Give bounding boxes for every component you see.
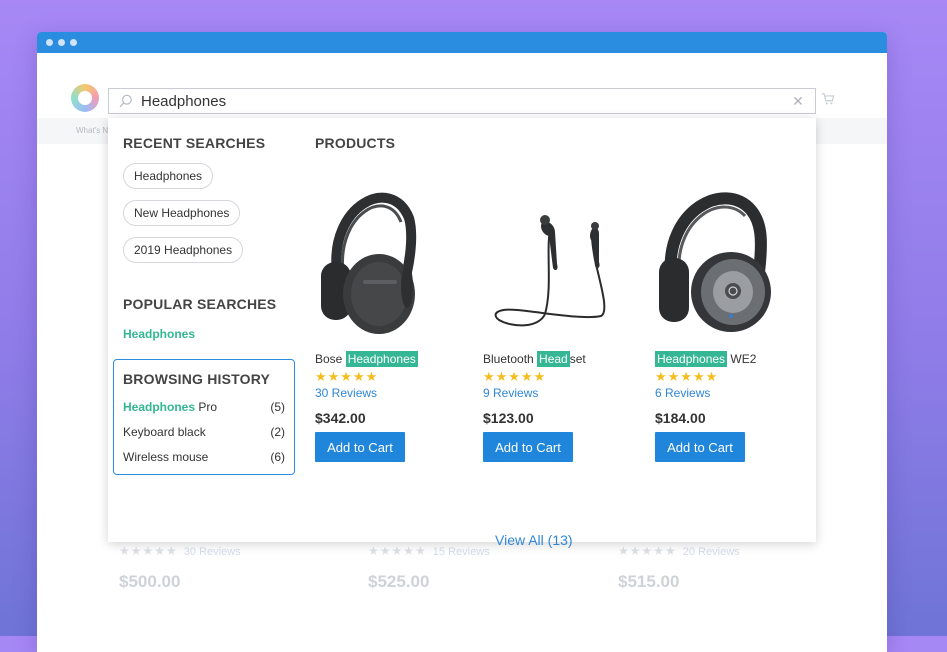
product-card[interactable]: Bluetooth Head set ★★★★★ 9 Reviews $123.0… [483, 176, 643, 462]
product-name[interactable]: Headphones WE2 [655, 351, 815, 367]
product-name[interactable]: Bluetooth Head set [483, 351, 643, 367]
subnav-link[interactable]: What's N [76, 126, 108, 135]
headset-image [494, 215, 606, 327]
star-rating: ★★★★★ [483, 369, 547, 384]
star-rating: ★★★★★ [655, 369, 719, 384]
headphones-image [321, 192, 417, 334]
product-price: $525.00 [368, 572, 430, 591]
product-card[interactable]: Bose Headphones ★★★★★ 30 Reviews $342.00… [315, 176, 475, 462]
product-image[interactable] [483, 176, 643, 346]
popular-search-link[interactable]: Headphones [123, 327, 195, 341]
recent-search-chip[interactable]: Headphones [123, 163, 214, 189]
reviews-link[interactable]: 30 Reviews [315, 386, 475, 400]
product-price: $123.00 [483, 410, 534, 426]
browser-window: Headphones ✕ What's N ★★★★★ 30 Reviews $5… [37, 32, 887, 652]
product-price: $342.00 [315, 410, 366, 426]
window-titlebar [37, 32, 887, 53]
background-product: ★★★★★ 30 Reviews $500.00 [119, 542, 241, 592]
recent-searches-heading: RECENT SEARCHES [123, 135, 266, 151]
view-all-link[interactable]: View All (13) [495, 532, 573, 548]
history-item-label: Wireless mouse [123, 450, 209, 464]
search-icon [119, 94, 132, 108]
add-to-cart-button[interactable]: Add to Cart [483, 432, 573, 462]
cart-icon[interactable] [821, 92, 835, 106]
products-heading: PRODUCTS [315, 135, 396, 151]
headphones-image [659, 192, 771, 332]
reviews-link[interactable]: 6 Reviews [655, 386, 815, 400]
search-bar[interactable]: Headphones ✕ [108, 88, 816, 114]
product-image[interactable] [655, 176, 815, 346]
window-dot[interactable] [46, 39, 53, 46]
product-name-text: WE2 [727, 352, 757, 366]
recent-search-chip[interactable]: 2019 Headphones [123, 237, 244, 263]
background-product: ★★★★★ 15 Reviews $525.00 [368, 542, 490, 592]
history-item-label: Keyboard black [123, 425, 206, 439]
history-item-count: (5) [270, 400, 285, 414]
close-icon[interactable]: ✕ [791, 93, 805, 110]
search-suggestions-dropdown: RECENT SEARCHES Headphones New Headphone… [108, 118, 816, 548]
popular-searches-heading: POPULAR SEARCHES [123, 296, 277, 312]
history-item[interactable]: Wireless mouse (6) [123, 450, 285, 464]
history-item[interactable]: Headphones Pro (5) [123, 400, 285, 414]
product-name-highlight: Headphones [655, 351, 728, 367]
review-count: 20 Reviews [682, 546, 740, 558]
reviews-link[interactable]: 9 Reviews [483, 386, 643, 400]
product-price: $184.00 [655, 410, 706, 426]
history-item-highlight: Headphones [123, 400, 196, 414]
rating-stars: ★★★★★ [119, 544, 178, 558]
browsing-history-panel: BROWSING HISTORY Headphones Pro (5) Keyb… [113, 359, 295, 475]
review-count: 15 Reviews [432, 546, 490, 558]
product-name-text: Bluetooth [483, 352, 538, 366]
product-price: $515.00 [618, 572, 680, 591]
history-item-count: (6) [270, 450, 285, 464]
product-card[interactable]: Headphones WE2 ★★★★★ 6 Reviews $184.00 A… [655, 176, 815, 462]
history-item[interactable]: Keyboard black (2) [123, 425, 285, 439]
review-count: 30 Reviews [183, 546, 241, 558]
history-item-count: (2) [270, 425, 285, 439]
add-to-cart-button[interactable]: Add to Cart [655, 432, 745, 462]
add-to-cart-button[interactable]: Add to Cart [315, 432, 405, 462]
history-item-label: Pro [195, 400, 218, 414]
product-price: $500.00 [119, 572, 181, 591]
product-name-highlight: Head [537, 351, 570, 367]
search-input[interactable]: Headphones [141, 93, 791, 110]
rating-stars: ★★★★★ [618, 544, 677, 558]
background-product: ★★★★★ 20 Reviews $515.00 [618, 542, 740, 592]
star-rating: ★★★★★ [315, 369, 379, 384]
product-image[interactable] [315, 176, 475, 346]
product-name-highlight: Headphones [345, 351, 418, 367]
window-dot[interactable] [70, 39, 77, 46]
window-dot[interactable] [58, 39, 65, 46]
product-name-text: Bose [315, 352, 346, 366]
product-name[interactable]: Bose Headphones [315, 351, 475, 367]
browsing-history-heading: BROWSING HISTORY [123, 371, 271, 387]
rating-stars: ★★★★★ [368, 544, 427, 558]
product-name-text: set [569, 352, 586, 366]
store-logo[interactable] [71, 84, 99, 112]
recent-search-chip[interactable]: New Headphones [123, 200, 241, 226]
